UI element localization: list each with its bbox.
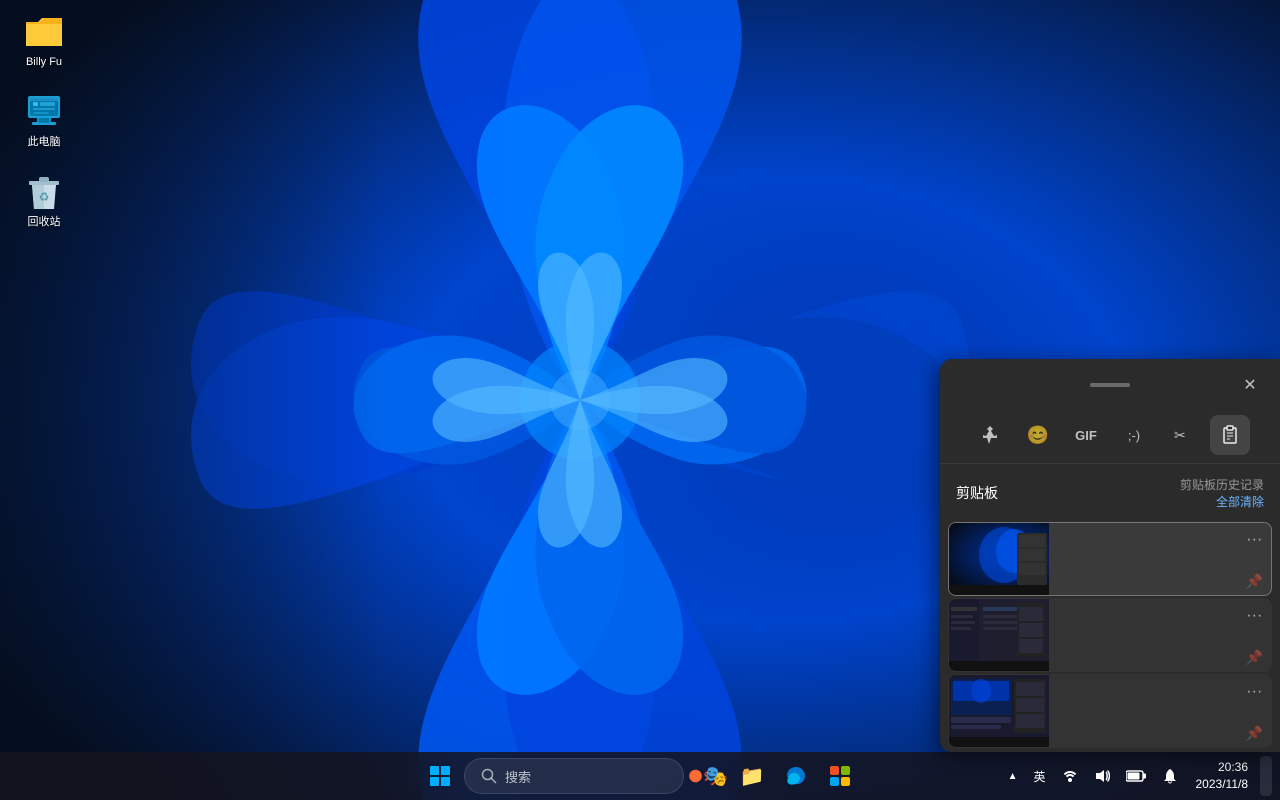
volume-icon[interactable] (1088, 764, 1116, 788)
clipboard-header: 剪贴板 剪贴板历史记录 全部清除 (940, 464, 1280, 518)
show-desktop[interactable] (1260, 756, 1272, 796)
volume-svg (1094, 768, 1110, 784)
clip-more-1[interactable]: ··· (1244, 529, 1264, 551)
network-svg (1062, 768, 1078, 784)
thumbnail-svg-3 (949, 675, 1049, 747)
history-label: 剪贴板历史记录 (1180, 476, 1264, 493)
tab-clipboard[interactable] (1210, 415, 1250, 455)
recycle-label: 回收站 (28, 216, 61, 229)
panel-drag-handle[interactable] (1090, 383, 1130, 387)
notification-icon[interactable] (1156, 764, 1184, 788)
clip-pin-3[interactable]: 📌 (1244, 723, 1265, 744)
panel-tabs: 😊 GIF ;-) ✂ (940, 407, 1280, 464)
widgets-icon (688, 764, 703, 788)
clipboard-title: 剪贴板 (956, 483, 998, 503)
clipboard-list: ··· 📌 (940, 518, 1280, 752)
time: 20:36 (1196, 759, 1249, 776)
computer-icon (24, 92, 64, 132)
clip-thumbnail-3 (949, 675, 1049, 747)
clip-actions-1: ··· 📌 (1244, 529, 1265, 592)
taskbar-center: 搜索 🎭 📁 (420, 756, 860, 796)
battery-icon[interactable] (1120, 765, 1152, 787)
battery-svg (1126, 769, 1146, 783)
clip-item-2[interactable]: ··· 📌 (948, 598, 1272, 672)
clock[interactable]: 20:36 2023/11/8 (1188, 759, 1257, 793)
file-explorer-button[interactable]: 📁 (732, 756, 772, 796)
tab-pin[interactable] (970, 415, 1010, 455)
clip-more-2[interactable]: ··· (1244, 605, 1264, 627)
clipboard-subtitle[interactable]: 剪贴板历史记录 全部清除 (1180, 476, 1264, 510)
clip-thumbnail-2 (949, 599, 1049, 671)
edge-button[interactable] (776, 756, 816, 796)
tab-kaomoji[interactable]: ;-) (1114, 415, 1154, 455)
date: 2023/11/8 (1196, 776, 1249, 793)
tab-symbols[interactable]: ✂ (1162, 415, 1202, 455)
edge-icon (785, 765, 807, 787)
pin-icon (980, 425, 1000, 445)
clip-item-1[interactable]: ··· 📌 (948, 522, 1272, 596)
recycle-icon: ♻ (24, 172, 64, 212)
emoji-icon: 😊 (1027, 425, 1049, 446)
store-button[interactable] (820, 756, 860, 796)
symbols-icon: ✂ (1172, 425, 1192, 445)
desktop-icon-this-pc[interactable]: 此电脑 (8, 88, 80, 153)
clip-item-3[interactable]: ··· 📌 (948, 674, 1272, 748)
panel-close-button[interactable]: ✕ (1236, 371, 1264, 399)
clip-item-1-inner (949, 523, 1271, 595)
tab-gif[interactable]: GIF (1066, 415, 1106, 455)
language-text: 英 (1033, 768, 1045, 785)
folder-icon (24, 12, 64, 52)
desktop: Billy Fu 此电脑 (0, 0, 1280, 800)
clip-info-1 (1049, 523, 1271, 595)
desktop-icon-recycle-bin[interactable]: ♻ 回收站 (8, 168, 80, 233)
taskbar-right: ▲ 英 (1002, 756, 1272, 796)
clip-info-2 (1049, 599, 1271, 671)
tab-emoji[interactable]: 😊 (1018, 415, 1058, 455)
search-icon (481, 768, 497, 784)
notification-svg (1162, 768, 1178, 784)
panel-header: ✕ (940, 359, 1280, 407)
clip-actions-3: ··· 📌 (1244, 681, 1265, 744)
thumbnail-svg-1 (949, 523, 1049, 595)
this-pc-label: 此电脑 (28, 136, 61, 149)
thumbnail-svg-2 (949, 599, 1049, 671)
store-icon (829, 765, 851, 787)
gif-icon: GIF (1075, 428, 1097, 443)
clear-all-button[interactable]: 全部清除 (1216, 493, 1264, 510)
language-indicator[interactable]: 英 (1027, 764, 1051, 789)
file-explorer-icon: 📁 (740, 764, 765, 789)
widgets-emoji: 🎭 (703, 764, 728, 789)
clip-item-3-inner (949, 675, 1271, 747)
search-label: 搜索 (505, 767, 531, 786)
desktop-icon-billy-fu[interactable]: Billy Fu (8, 8, 80, 73)
clip-more-3[interactable]: ··· (1244, 681, 1264, 703)
network-icon[interactable] (1056, 764, 1084, 788)
start-button[interactable] (420, 756, 460, 796)
clipboard-icon (1220, 425, 1240, 445)
clip-pin-2[interactable]: 📌 (1244, 647, 1265, 668)
svg-text:✂: ✂ (1174, 427, 1186, 443)
tray-expand[interactable]: ▲ (1002, 767, 1024, 786)
panel-content: 剪贴板 剪贴板历史记录 全部清除 (940, 464, 1280, 752)
taskbar: 搜索 🎭 📁 (0, 752, 1280, 800)
search-bar[interactable]: 搜索 (464, 758, 684, 794)
clip-thumbnail-1 (949, 523, 1049, 595)
clip-item-2-inner (949, 599, 1271, 671)
clip-info-3 (1049, 675, 1271, 747)
kaomoji-icon: ;-) (1128, 428, 1140, 443)
clipboard-panel: ✕ 😊 GIF ;-) ✂ (940, 359, 1280, 752)
widgets-button[interactable]: 🎭 (688, 756, 728, 796)
clip-pin-1[interactable]: 📌 (1244, 571, 1265, 592)
folder-label: Billy Fu (26, 56, 62, 69)
svg-text:♻: ♻ (39, 190, 50, 204)
clip-actions-2: ··· 📌 (1244, 605, 1265, 668)
